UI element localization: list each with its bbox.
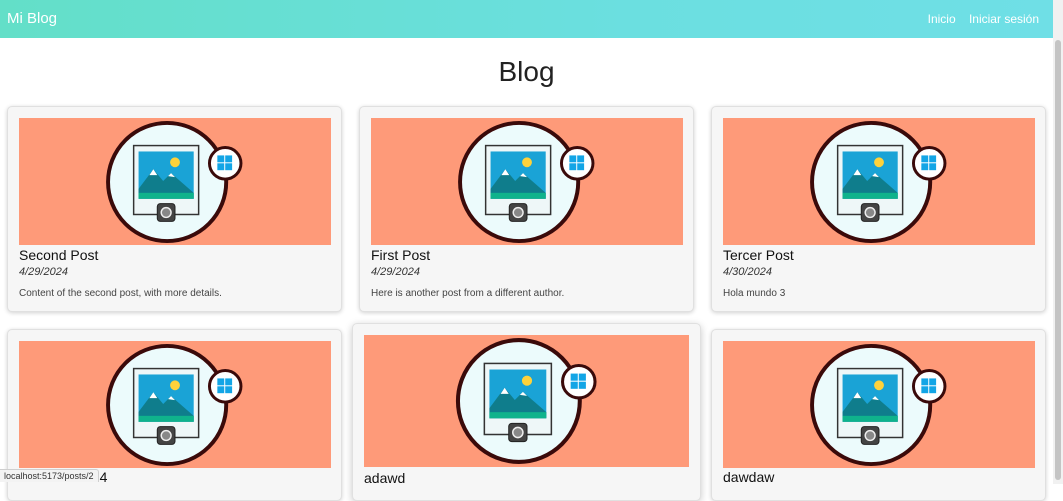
image-placeholder-icon (454, 335, 600, 467)
post-thumbnail (723, 341, 1035, 468)
navbar: Mi Blog Inicio Iniciar sesión (0, 0, 1053, 38)
post-date: 4/29/2024 (19, 266, 68, 278)
post-thumbnail (19, 118, 331, 245)
brand-link[interactable]: Mi Blog (7, 10, 57, 27)
image-placeholder-icon (457, 118, 597, 245)
post-card[interactable]: First Post 4/29/2024 Here is another pos… (359, 106, 694, 312)
post-card[interactable]: dawdaw (711, 329, 1046, 501)
post-content: Content of the second post, with more de… (19, 288, 222, 299)
post-content: Here is another post from a different au… (371, 288, 565, 299)
post-thumbnail (371, 118, 683, 245)
page-title: Blog (498, 56, 555, 87)
nav-links: Inicio Iniciar sesión (918, 12, 1039, 26)
post-title[interactable]: dawdaw (723, 469, 774, 485)
scrollbar[interactable] (1053, 0, 1063, 484)
image-placeholder-icon (809, 341, 949, 468)
post-thumbnail (723, 118, 1035, 245)
post-title[interactable]: First Post (371, 247, 430, 263)
post-card[interactable]: adawd (352, 323, 701, 501)
post-title[interactable]: Tercer Post (723, 247, 794, 263)
post-card[interactable]: Tercer Post 4/30/2024 Hola mundo 3 (711, 106, 1046, 312)
status-bar-url: localhost:5173/posts/2 (0, 469, 99, 482)
image-placeholder-icon (809, 118, 949, 245)
image-placeholder-icon (105, 341, 245, 468)
nav-link-iniciar-sesion[interactable]: Iniciar sesión (969, 12, 1039, 26)
post-title[interactable]: Second Post (19, 247, 98, 263)
post-thumbnail (364, 335, 689, 467)
image-placeholder-icon (105, 118, 245, 245)
post-card[interactable]: Second Post 4/29/2024 Content of the sec… (7, 106, 342, 312)
post-thumbnail (19, 341, 331, 468)
nav-link-inicio[interactable]: Inicio (928, 12, 956, 26)
post-date: 4/30/2024 (723, 266, 772, 278)
scrollbar-thumb[interactable] (1055, 40, 1061, 480)
post-date: 4/29/2024 (371, 266, 420, 278)
post-content: Hola mundo 3 (723, 288, 786, 299)
